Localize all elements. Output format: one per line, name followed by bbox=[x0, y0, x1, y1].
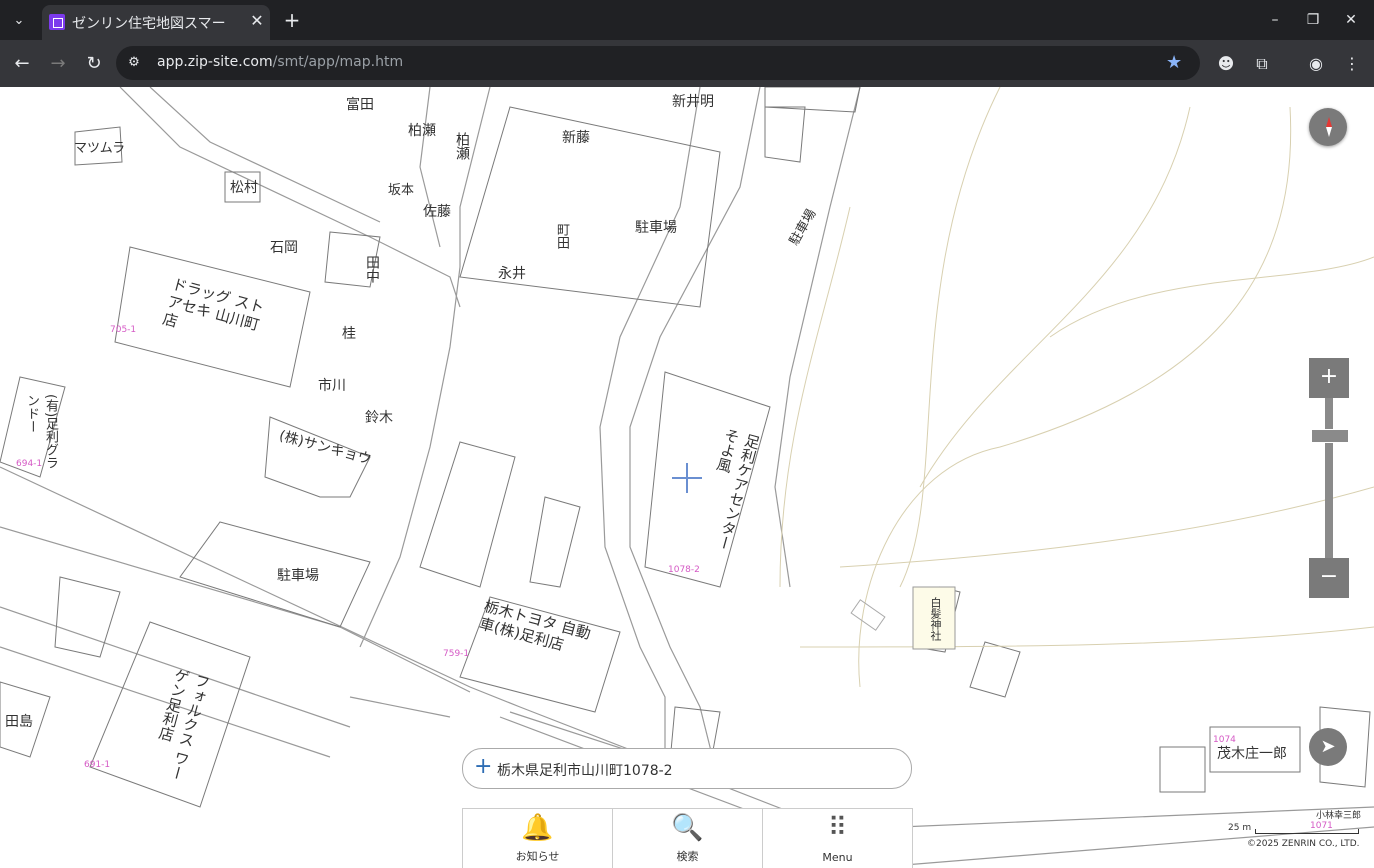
address-display[interactable]: + 栃木県足利市山川町1078-2 bbox=[462, 748, 912, 789]
search-label: 検索 bbox=[676, 850, 699, 863]
label-nagai: 永井 bbox=[498, 266, 526, 282]
label-ichikawa: 市川 bbox=[318, 378, 346, 394]
copyright-text: ©2025 ZENRIN CO., LTD. bbox=[1247, 839, 1360, 849]
bottom-menu: 🔔 お知らせ 🔍 検索 ⠿ Menu bbox=[462, 808, 913, 868]
label-moki: 茂木庄一郎 bbox=[1217, 746, 1287, 762]
tab-search-chevron-icon[interactable]: ⌄ bbox=[6, 8, 32, 32]
new-tab-button[interactable]: + bbox=[280, 8, 304, 32]
tab-title: ゼンリン住宅地図スマー bbox=[72, 16, 226, 32]
zenrin-map[interactable]: 富田 マツムラ 松村 柏瀬 柏瀬 坂本 佐藤 新藤 新井明 石岡 田中 桂 市川… bbox=[0, 87, 1374, 868]
map-scale: 25 m bbox=[1228, 821, 1360, 841]
label-kashiwase-vertical: 柏瀬 bbox=[454, 132, 470, 160]
site-info-icon[interactable]: ⚙ bbox=[124, 53, 144, 73]
close-window-button[interactable]: ✕ bbox=[1338, 8, 1364, 32]
label-parking-2: 駐車場 bbox=[635, 220, 677, 236]
zoom-out-button[interactable]: − bbox=[1309, 558, 1349, 598]
label-sato: 佐藤 bbox=[423, 204, 451, 220]
lot-number: 1074 bbox=[1213, 735, 1236, 745]
zoom-in-button[interactable]: + bbox=[1309, 358, 1349, 398]
scale-bar bbox=[1255, 829, 1359, 834]
address-text: 栃木県足利市山川町1078-2 bbox=[497, 763, 673, 779]
extensions-puzzle-icon[interactable]: ⧉ bbox=[1250, 52, 1274, 76]
grid-menu-icon: ⠿ bbox=[827, 813, 848, 843]
label-sakamoto: 坂本 bbox=[388, 183, 415, 198]
profile-icon[interactable]: ◉ bbox=[1304, 52, 1328, 76]
browser-tab[interactable]: ゼンリン住宅地図スマー ✕ bbox=[42, 5, 270, 40]
site-favicon-icon bbox=[49, 14, 65, 30]
bookmark-star-icon[interactable]: ★ bbox=[1166, 52, 1182, 73]
tab-close-button[interactable]: ✕ bbox=[247, 11, 267, 31]
bell-icon: 🔔 bbox=[521, 813, 554, 843]
label-shrine: 白髪神社 bbox=[929, 597, 942, 641]
browser-tab-strip: ⌄ ゼンリン住宅地図スマー ✕ + – ❐ ✕ bbox=[0, 0, 1374, 40]
label-suzuki: 鈴木 bbox=[365, 410, 393, 426]
label-shinimei: 新井明 bbox=[672, 94, 714, 110]
kebab-menu-icon[interactable]: ⋮ bbox=[1340, 52, 1364, 76]
lot-number: 705-1 bbox=[110, 325, 137, 335]
restore-button[interactable]: ❐ bbox=[1300, 8, 1326, 32]
label-matsumura-kanji: 松村 bbox=[230, 180, 258, 196]
notice-button[interactable]: 🔔 お知らせ bbox=[463, 809, 613, 868]
map-center-crosshair-icon bbox=[672, 463, 702, 493]
menu-label: Menu bbox=[822, 851, 853, 864]
label-parking-1: 駐車場 bbox=[277, 568, 319, 584]
label-shinfuji: 新藤 bbox=[562, 130, 590, 146]
label-katsura: 桂 bbox=[342, 326, 356, 342]
label-kobayashi: 小林幸三郎 bbox=[1316, 811, 1362, 821]
url-text[interactable]: app.zip-site.com/smt/app/map.htm bbox=[157, 54, 403, 70]
label-machida: 町田 bbox=[554, 223, 569, 249]
reload-icon[interactable]: ↻ bbox=[80, 50, 108, 78]
zoom-slider-handle[interactable] bbox=[1311, 429, 1349, 443]
address-bar[interactable]: ⚙ app.zip-site.com/smt/app/map.htm ★ bbox=[116, 46, 1200, 80]
label-matsumura: マツムラ bbox=[74, 141, 126, 156]
label-tanaka: 田中 bbox=[364, 255, 380, 283]
label-tomita: 富田 bbox=[346, 97, 374, 113]
label-kashiwase: 柏瀬 bbox=[408, 123, 436, 139]
notice-label: お知らせ bbox=[515, 850, 560, 863]
lot-number: 1078-2 bbox=[668, 565, 700, 575]
forward-arrow-icon[interactable]: → bbox=[44, 50, 72, 78]
lot-number: 691-1 bbox=[84, 760, 111, 770]
search-button[interactable]: 🔍 検索 bbox=[613, 809, 763, 868]
back-arrow-icon[interactable]: ← bbox=[8, 50, 36, 78]
lot-number: 759-1 bbox=[443, 649, 470, 659]
menu-button[interactable]: ⠿ Menu bbox=[763, 809, 912, 868]
zoom-slider-track[interactable] bbox=[1325, 398, 1333, 558]
minimize-button[interactable]: – bbox=[1262, 8, 1288, 32]
scale-label: 25 m bbox=[1228, 823, 1252, 833]
search-icon: 🔍 bbox=[671, 813, 704, 843]
label-ishioka: 石岡 bbox=[270, 240, 298, 256]
current-location-icon[interactable]: ➤ bbox=[1309, 728, 1347, 766]
browser-toolbar: ← → ↻ ⚙ app.zip-site.com/smt/app/map.htm… bbox=[0, 40, 1374, 87]
extension-avatar-icon[interactable]: ☻ bbox=[1214, 52, 1238, 76]
plus-icon: + bbox=[474, 754, 493, 779]
label-tajima: 田島 bbox=[5, 714, 33, 730]
compass-icon[interactable] bbox=[1309, 108, 1347, 146]
lot-number: 694-1 bbox=[16, 459, 43, 469]
